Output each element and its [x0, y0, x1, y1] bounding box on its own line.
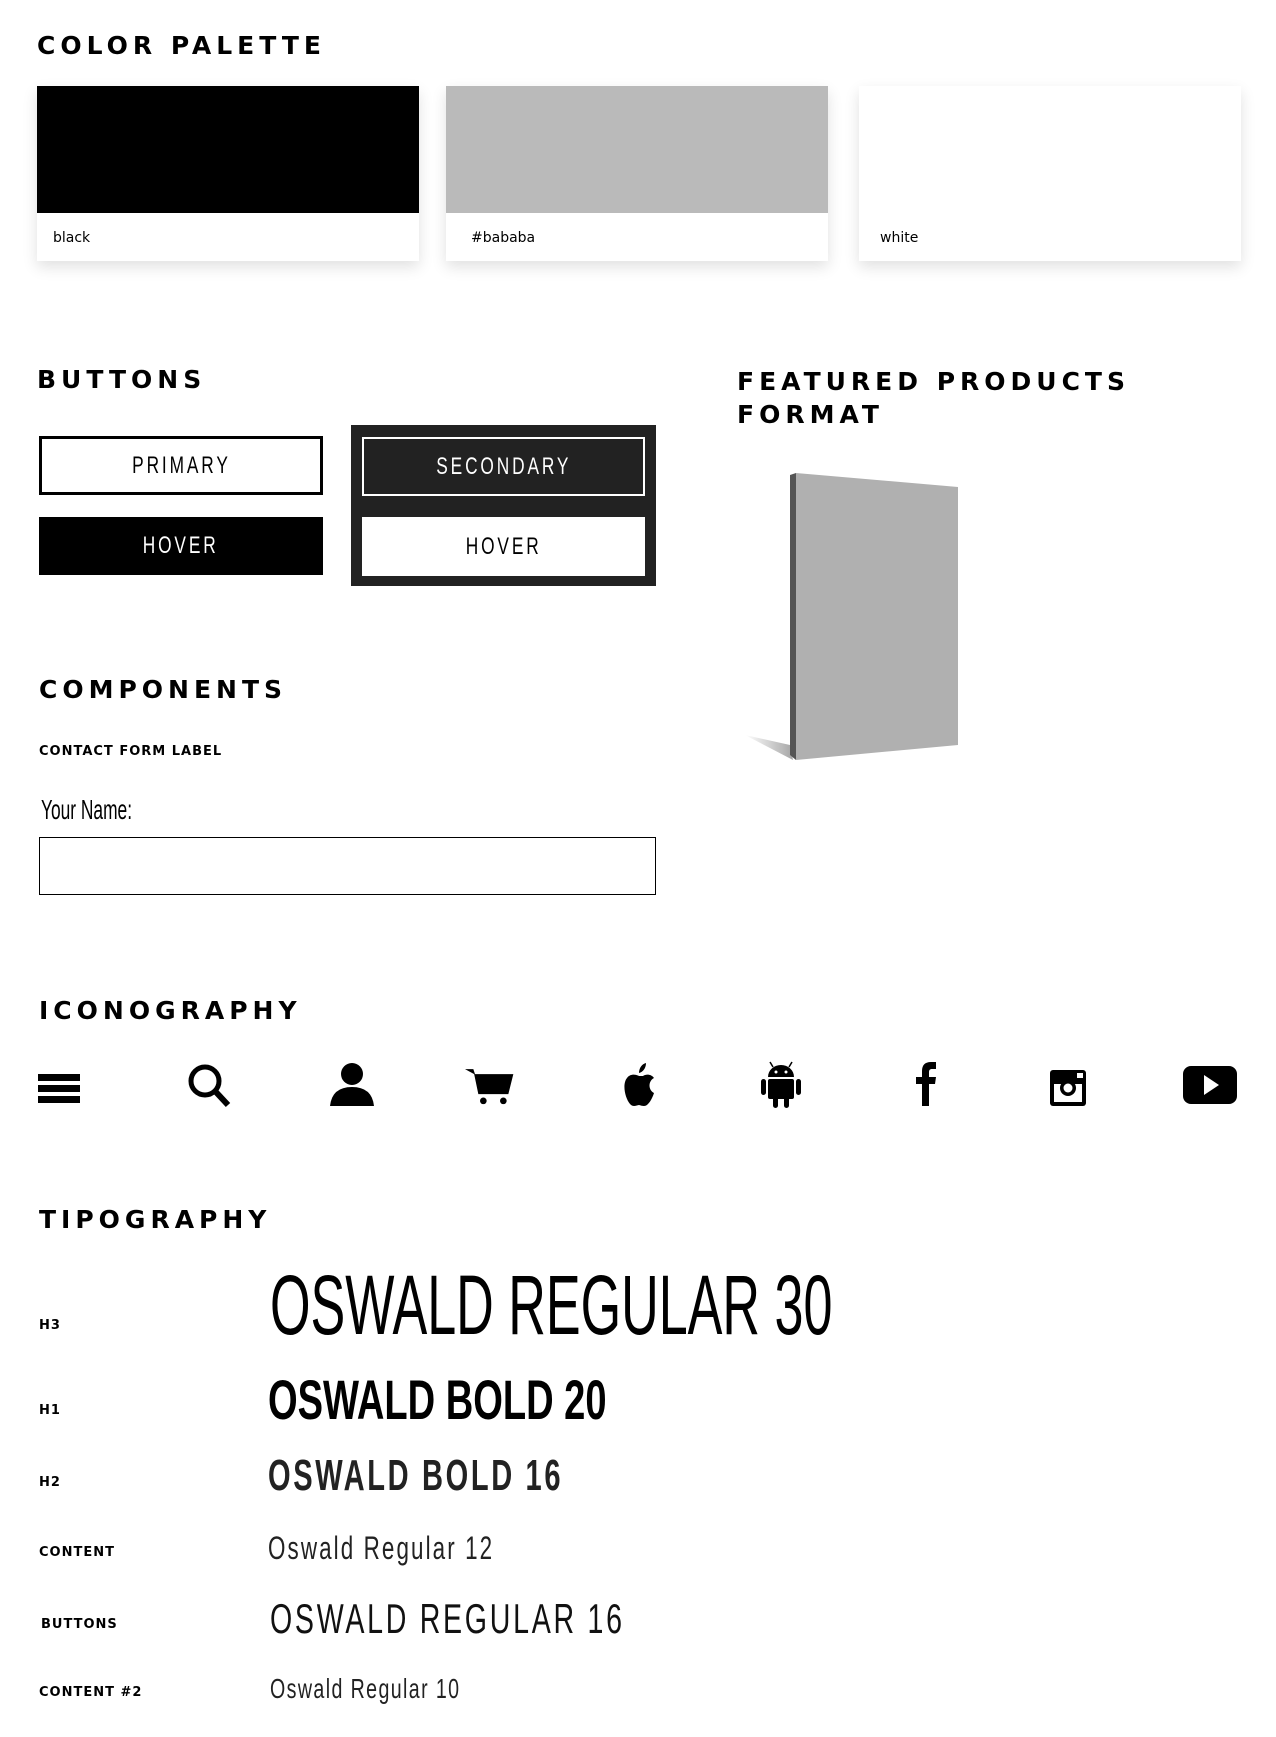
swatch-white: white	[859, 86, 1241, 261]
secondary-button[interactable]: SECONDARY	[362, 437, 645, 496]
buttons-title: BUTTONS	[37, 365, 207, 394]
swatch-label: black	[53, 230, 91, 246]
your-name-label: Your Name:	[41, 794, 133, 825]
contact-form-label-caption: CONTACT FORM LABEL	[39, 744, 223, 759]
user-icon	[330, 1063, 374, 1106]
type-sample-content: Oswald Regular 12	[268, 1530, 495, 1566]
components-title: COMPONENTS	[39, 675, 288, 704]
instagram-icon	[1050, 1070, 1086, 1106]
apple-icon	[624, 1063, 654, 1106]
typography-title: TIPOGRAPHY	[39, 1205, 272, 1234]
featured-products-title: FEATURED PRODUCTS FORMAT	[737, 367, 1130, 429]
primary-button[interactable]: PRIMARY	[39, 436, 323, 495]
type-label-h1: H1	[39, 1403, 61, 1418]
type-sample-content-2: Oswald Regular 10	[270, 1673, 461, 1704]
swatch-label: #bababa	[471, 230, 536, 246]
primary-hover-button[interactable]: HOVER	[39, 517, 323, 575]
swatch-gray: #bababa	[446, 86, 828, 261]
color-palette-title: COLOR PALETTE	[37, 31, 326, 60]
type-sample-buttons: OSWALD REGULAR 16	[270, 1595, 625, 1642]
search-icon	[188, 1064, 231, 1108]
product-book-mockup	[745, 473, 958, 760]
swatch-black: black	[37, 86, 419, 261]
type-sample-h3: OSWALD REGULAR 30	[270, 1258, 833, 1352]
type-label-h2: H2	[39, 1475, 61, 1490]
youtube-icon	[1183, 1066, 1237, 1104]
type-label-content: CONTENT	[39, 1545, 115, 1560]
facebook-icon	[916, 1062, 936, 1106]
type-label-h3: H3	[39, 1318, 61, 1333]
cart-icon	[465, 1069, 514, 1105]
type-sample-h1: OSWALD BOLD 20	[268, 1368, 607, 1431]
secondary-hover-button[interactable]: HOVER	[362, 517, 645, 576]
menu-icon	[38, 1074, 80, 1103]
type-label-buttons: BUTTONS	[41, 1617, 118, 1632]
type-sample-h2: OSWALD BOLD 16	[268, 1451, 564, 1500]
type-label-content-2: CONTENT #2	[39, 1685, 143, 1700]
your-name-input[interactable]	[39, 837, 656, 895]
swatch-label: white	[880, 230, 919, 246]
android-icon	[761, 1061, 801, 1108]
iconography-title: ICONOGRAPHY	[39, 996, 302, 1025]
